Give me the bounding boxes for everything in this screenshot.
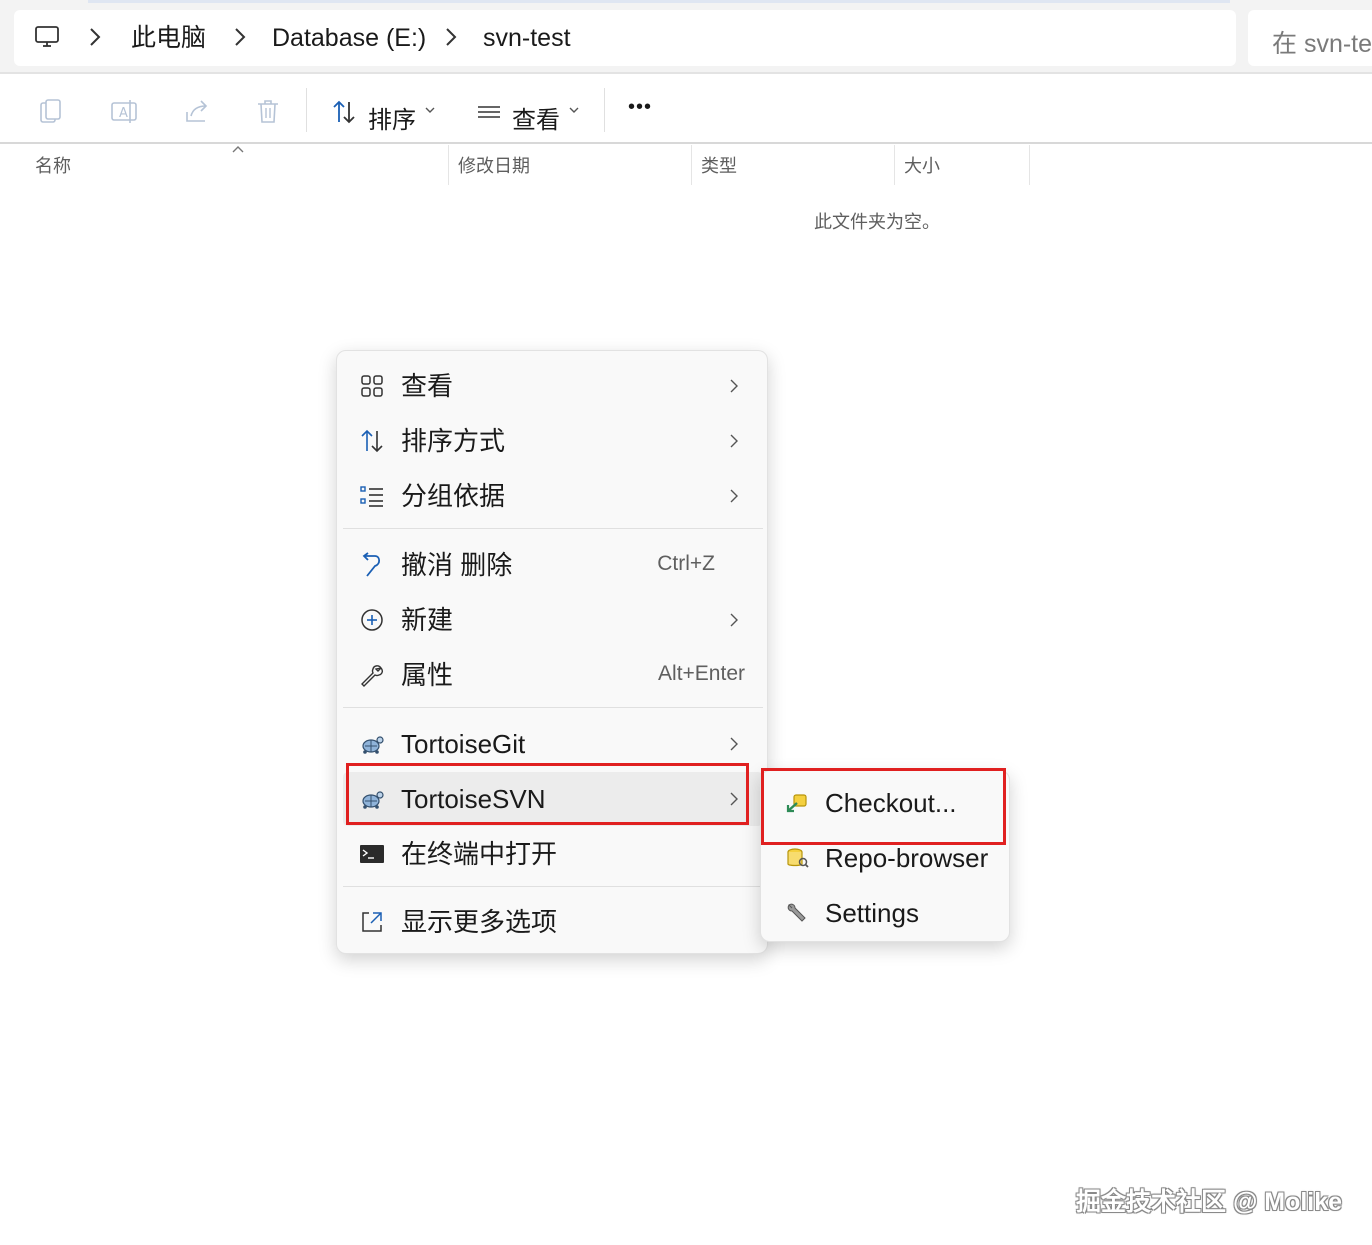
chevron-right-icon (730, 489, 738, 503)
delete-icon[interactable] (255, 98, 281, 126)
menu-item-group-by[interactable]: 分组依据 (343, 469, 763, 523)
copy-icon[interactable] (38, 98, 64, 126)
chevron-right-icon (730, 613, 738, 627)
chevron-down-icon[interactable] (568, 106, 580, 114)
chevron-down-icon[interactable] (424, 106, 436, 114)
menu-item-shortcut: Ctrl+Z (657, 552, 715, 575)
menu-item-label: 撤消 删除 (401, 550, 513, 580)
command-bar: A 排序 查看 ••• (0, 76, 1372, 144)
watermark: 掘金技术社区 @ Molike (1076, 1188, 1343, 1216)
menu-item-show-more-options[interactable]: 显示更多选项 (343, 895, 763, 949)
wrench-icon (361, 665, 383, 687)
menu-item-label: 排序方式 (401, 426, 506, 456)
grid-view-icon (361, 375, 383, 397)
menu-item-label: 新建 (401, 605, 454, 635)
menu-item-new[interactable]: 新建 (343, 593, 763, 647)
chevron-right-icon[interactable] (233, 26, 247, 48)
breadcrumb-this-pc[interactable]: 此电脑 (131, 22, 206, 54)
this-pc-icon[interactable] (34, 25, 60, 49)
menu-item-label: 查看 (401, 371, 454, 401)
menu-item-label: 属性 (401, 660, 454, 690)
file-explorer-window: 此电脑 Database (E:) svn-test 在 svn-te A 排序… (0, 0, 1372, 1245)
menu-item-view[interactable]: 查看 (343, 359, 763, 413)
sort-button[interactable]: 排序 (368, 100, 416, 135)
chevron-right-icon[interactable] (88, 26, 102, 48)
repo-browser-icon (787, 848, 809, 868)
breadcrumb-drive[interactable]: Database (E:) (272, 22, 426, 54)
menu-item-label: 在终端中打开 (401, 839, 558, 869)
terminal-icon (360, 845, 384, 863)
settings-wrench-icon (787, 903, 806, 922)
submenu-item-label: Settings (825, 898, 919, 928)
highlight-box-checkout (761, 768, 1006, 845)
submenu-item-label: Repo-browser (825, 843, 989, 873)
sort-ascending-caret-icon (232, 146, 244, 153)
menu-item-properties[interactable]: 属性 Alt+Enter (343, 648, 763, 702)
svg-text:A: A (119, 106, 128, 121)
tortoise-icon (362, 736, 384, 754)
more-options-icon (362, 912, 382, 932)
sort-icon[interactable] (331, 98, 357, 126)
undo-icon (362, 552, 381, 577)
menu-item-label: TortoiseGit (401, 729, 526, 759)
view-button[interactable]: 查看 (512, 100, 560, 135)
column-header-type[interactable]: 类型 (701, 152, 737, 178)
chevron-right-icon (730, 379, 738, 393)
column-divider[interactable] (1029, 145, 1030, 185)
column-divider[interactable] (894, 145, 895, 185)
menu-item-undo-delete[interactable]: 撤消 删除 Ctrl+Z (343, 538, 763, 592)
group-list-icon (360, 486, 383, 507)
column-divider[interactable] (448, 145, 449, 185)
share-icon[interactable] (183, 98, 211, 126)
toolbar-divider (604, 88, 605, 132)
column-divider[interactable] (691, 145, 692, 185)
chevron-right-icon (730, 434, 738, 448)
submenu-item-settings[interactable]: Settings (767, 887, 1005, 939)
highlight-box-tortoisesvn (346, 763, 749, 825)
menu-separator (343, 528, 763, 529)
column-header-name[interactable]: 名称 (35, 152, 71, 178)
menu-item-label: 显示更多选项 (401, 907, 558, 937)
empty-folder-message: 此文件夹为空。 (814, 212, 940, 232)
rename-icon[interactable]: A (110, 98, 138, 126)
sort-icon (361, 429, 383, 453)
new-plus-icon (361, 609, 383, 631)
menu-separator (343, 707, 763, 708)
breadcrumb-folder[interactable]: svn-test (483, 22, 571, 54)
menu-separator (343, 886, 763, 887)
context-menu: 查看 排序方式 分组依据 撤消 删除 Ctrl+Z 新建 属性 Alt+Ente… (336, 350, 768, 954)
toolbar-divider (306, 88, 307, 132)
address-bar: 此电脑 Database (E:) svn-test 在 svn-te (0, 0, 1372, 74)
column-header-modified[interactable]: 修改日期 (458, 152, 530, 178)
chevron-right-icon (730, 737, 738, 751)
more-icon[interactable]: ••• (628, 96, 652, 119)
menu-item-sort-by[interactable]: 排序方式 (343, 414, 763, 468)
menu-item-shortcut: Alt+Enter (658, 662, 745, 685)
search-placeholder[interactable]: 在 svn-te (1272, 24, 1372, 60)
menu-item-label: 分组依据 (401, 481, 506, 511)
view-icon[interactable] (476, 98, 502, 126)
chevron-right-icon[interactable] (444, 26, 458, 48)
menu-item-open-in-terminal[interactable]: 在终端中打开 (343, 827, 763, 881)
column-header-size[interactable]: 大小 (904, 152, 940, 178)
address-bar-accent (88, 0, 1230, 3)
